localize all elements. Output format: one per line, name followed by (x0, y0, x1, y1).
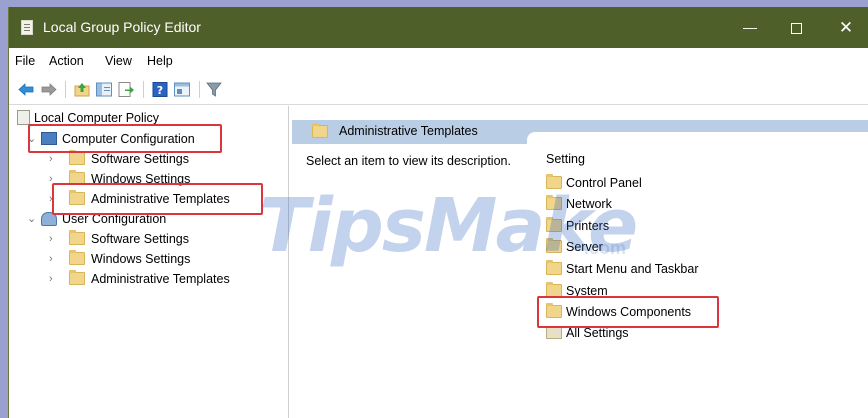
highlight-box (28, 124, 222, 153)
menu-help[interactable]: Help (147, 54, 173, 68)
column-header-setting[interactable]: Setting (546, 152, 585, 166)
up-folder-icon[interactable] (73, 81, 91, 98)
menu-bar: File Action View Help (9, 48, 868, 74)
tree-label: Administrative Templates (91, 272, 230, 286)
list-item-label: Network (566, 197, 612, 211)
help-icon[interactable]: ? (151, 81, 169, 98)
tree-label: Software Settings (91, 232, 189, 246)
window-title: Local Group Policy Editor (43, 19, 201, 35)
folder-icon (546, 238, 562, 253)
list-item-label: Server (566, 240, 603, 254)
tree-label: Windows Settings (91, 252, 191, 266)
highlight-box (52, 183, 263, 215)
folder-icon (69, 250, 85, 265)
policy-editor-app-icon (21, 20, 33, 35)
toolbar-separator (143, 81, 144, 98)
folder-icon (546, 217, 562, 232)
tree-pane: Local Computer Policy ⌄ Computer Configu… (9, 106, 289, 418)
svg-text:?: ? (157, 84, 163, 97)
maximize-button[interactable] (773, 7, 819, 48)
description-text: Select an item to view its description. (306, 154, 511, 168)
menu-action[interactable]: Action (49, 54, 84, 68)
close-button[interactable]: ✕ (823, 7, 868, 48)
chevron-right-icon[interactable]: › (49, 230, 59, 248)
folder-icon (546, 195, 562, 210)
show-hide-tree-icon[interactable] (95, 81, 113, 98)
list-item-label: Start Menu and Taskbar (566, 262, 699, 276)
highlight-box (537, 296, 719, 328)
back-arrow-icon[interactable] (17, 81, 35, 98)
filter-icon[interactable] (205, 81, 223, 98)
forward-arrow-icon[interactable] (40, 81, 58, 98)
folder-icon (546, 260, 562, 275)
policy-document-icon (17, 110, 30, 125)
maximize-icon (790, 22, 802, 34)
folder-icon (69, 150, 85, 165)
folder-icon (69, 230, 85, 245)
folder-icon (546, 174, 562, 189)
details-pane: Administrative Templates Select an item … (292, 106, 868, 418)
list-item-label: Printers (566, 219, 610, 233)
toolbar-separator (199, 81, 200, 98)
chevron-down-icon[interactable]: ⌄ (27, 210, 37, 228)
gpedit-window: Local Group Policy Editor — ✕ File Actio… (8, 7, 868, 418)
details-header-title: Administrative Templates (339, 124, 478, 138)
extended-tab-surface (527, 132, 868, 144)
export-list-icon[interactable] (117, 81, 135, 98)
menu-view[interactable]: View (105, 54, 132, 68)
chevron-right-icon[interactable]: › (49, 250, 59, 268)
title-bar[interactable]: Local Group Policy Editor — ✕ (9, 7, 868, 48)
toolbar: ? (9, 74, 868, 105)
folder-icon (312, 123, 328, 138)
minimize-button[interactable]: — (727, 7, 773, 48)
chevron-right-icon[interactable]: › (49, 270, 59, 288)
menu-file[interactable]: File (15, 54, 35, 68)
folder-icon (69, 270, 85, 285)
list-item-label: Control Panel (566, 176, 642, 190)
properties-icon[interactable] (173, 81, 191, 98)
toolbar-separator (65, 81, 66, 98)
